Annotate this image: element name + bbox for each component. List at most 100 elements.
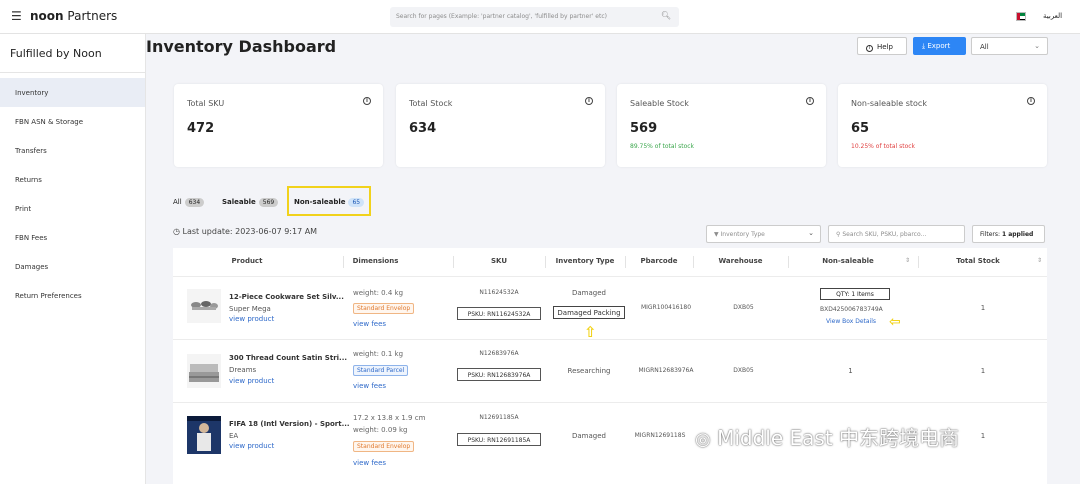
stat-card-value: 472: [187, 121, 215, 136]
view-product-link[interactable]: view product: [229, 315, 274, 323]
sidebar-item-inventory[interactable]: Inventory: [0, 78, 145, 107]
view-fees-link[interactable]: view fees: [353, 320, 386, 328]
export-button[interactable]: ⤓ Export: [913, 37, 966, 55]
column-header-sku[interactable]: SKU: [453, 248, 545, 276]
language-switch[interactable]: العربية: [1043, 12, 1062, 20]
sort-icon[interactable]: ⇕: [905, 257, 910, 264]
warehouse-value: DXB05: [733, 367, 754, 374]
watermark: ◎ Middle East 中东跨境电商: [695, 426, 960, 450]
view-product-link[interactable]: view product: [229, 377, 274, 385]
view-product-link[interactable]: view product: [229, 442, 274, 450]
info-icon[interactable]: i: [1027, 97, 1035, 105]
psku-value: PSKU: RN12683976A: [457, 368, 541, 381]
stat-card-non-saleable-stock: Non-saleable stock i 65 10.25% of total …: [838, 84, 1047, 167]
view-fees-link[interactable]: view fees: [353, 459, 386, 467]
inventory-type-value: Researching: [567, 367, 611, 375]
stat-card-title: Total SKU: [187, 99, 225, 108]
tab-count-badge: 634: [184, 198, 205, 207]
psku-value: PSKU: RN11624532A: [457, 307, 541, 320]
sidebar-item-fbn-asn-storage[interactable]: FBN ASN & Storage: [0, 107, 145, 136]
non-saleable-value: 1: [848, 367, 853, 375]
uae-flag-icon[interactable]: [1016, 12, 1026, 21]
sidebar-item-fbn-fees[interactable]: FBN Fees: [0, 223, 145, 252]
sku-value: N11624532A: [479, 289, 519, 296]
pbarcode-value: MIGRN12683976A: [638, 367, 694, 374]
product-dimensions: 17.2 x 13.8 x 1.9 cm: [353, 414, 426, 422]
column-header-dimensions[interactable]: Dimensions: [343, 248, 408, 276]
view-box-details-link[interactable]: View Box Details: [826, 318, 876, 325]
info-icon[interactable]: i: [585, 97, 593, 105]
product-thumbnail[interactable]: [187, 289, 221, 323]
global-search-input[interactable]: Search for pages (Example: 'partner cata…: [390, 7, 679, 27]
product-name: 300 Thread Count Satin Stri...: [229, 354, 348, 362]
product-weight: weight: 0.09 kg: [353, 426, 408, 434]
stat-card-subtext: 10.25% of total stock: [851, 143, 916, 150]
stat-card-value: 634: [409, 121, 437, 136]
view-fees-link[interactable]: view fees: [353, 382, 386, 390]
bedsheet-image: [189, 364, 219, 382]
highlight-box: [287, 186, 371, 216]
help-button[interactable]: i Help: [857, 37, 907, 55]
cookware-image: [191, 301, 218, 310]
sku-search-input[interactable]: ⚲ Search SKU, PSKU, pbarco...: [828, 225, 965, 243]
psku-value: PSKU: RN12691185A: [457, 433, 541, 446]
quantity-box: QTY: 1 Items: [820, 288, 890, 300]
chevron-down-icon: ⌄: [808, 229, 814, 237]
clock-icon: ◷: [173, 227, 180, 236]
shipping-size-badge: Standard Envelop: [353, 303, 415, 314]
tab-all[interactable]: All 634: [173, 198, 205, 207]
product-brand: EA: [229, 432, 239, 440]
sidebar-title: Fulfilled by Noon: [0, 34, 145, 73]
column-header-non-saleable[interactable]: Non-saleable: [788, 248, 908, 276]
filter-select[interactable]: All ⌄: [971, 37, 1048, 55]
table-row: 12-Piece Cookware Set Silv... Super Mega…: [173, 276, 1047, 339]
sort-icon[interactable]: ⇕: [1037, 257, 1042, 264]
chevron-down-icon: ⌄: [1034, 42, 1040, 50]
stat-card-subtext: 89.75% of total stock: [630, 143, 695, 150]
info-icon: i: [866, 45, 873, 52]
column-header-inventory-type[interactable]: Inventory Type: [545, 248, 625, 276]
stat-card-title: Saleable Stock: [630, 99, 689, 108]
sidebar-item-print[interactable]: Print: [0, 194, 145, 223]
product-brand: Super Mega: [229, 305, 271, 313]
product-name: 12-Piece Cookware Set Silv...: [229, 293, 344, 301]
sidebar-item-damages[interactable]: Damages: [0, 252, 145, 281]
search-icon[interactable]: 🔍︎: [661, 11, 671, 20]
column-header-warehouse[interactable]: Warehouse: [693, 248, 788, 276]
filters-button[interactable]: Filters: 1 applied: [972, 225, 1045, 243]
tab-saleable[interactable]: Saleable 569: [222, 198, 279, 207]
sidebar-item-returns[interactable]: Returns: [0, 165, 145, 194]
product-weight: weight: 0.1 kg: [353, 350, 404, 358]
brand-logo[interactable]: noon Partners: [30, 9, 117, 23]
info-icon[interactable]: i: [806, 97, 814, 105]
column-header-pbarcode[interactable]: Pbarcode: [625, 248, 693, 276]
sidebar-item-return-preferences[interactable]: Return Preferences: [0, 281, 145, 310]
annotation-arrow-left-icon: ⇦: [889, 314, 901, 330]
info-icon[interactable]: i: [363, 97, 371, 105]
wechat-icon: ◎: [695, 429, 711, 450]
hamburger-menu-icon[interactable]: ☰: [11, 9, 22, 23]
sidebar: Fulfilled by Noon Inventory FBN ASN & St…: [0, 34, 146, 484]
inventory-type-dropdown[interactable]: ▼ Inventory Type ⌄: [706, 225, 821, 243]
stat-card-value: 569: [630, 121, 658, 136]
sidebar-item-transfers[interactable]: Transfers: [0, 136, 145, 165]
product-thumbnail[interactable]: [187, 416, 221, 454]
sku-value: N12683976A: [479, 350, 519, 357]
product-brand: Dreams: [229, 366, 257, 374]
inventory-type-value: Damaged: [572, 289, 606, 297]
column-header-product[interactable]: Product: [187, 248, 307, 276]
box-id-value: BXD425006783749A: [820, 306, 883, 313]
last-update-text: ◷ Last update: 2023-06-07 9:17 AM: [173, 227, 318, 236]
product-name: FIFA 18 (Intl Version) - Sport...: [229, 420, 350, 428]
top-bar: ☰ noon Partners Search for pages (Exampl…: [0, 0, 1080, 34]
warehouse-value: DXB05: [733, 304, 754, 311]
table-row: 300 Thread Count Satin Stri... Dreams vi…: [173, 339, 1047, 402]
shipping-size-badge: Standard Parcel: [353, 365, 409, 376]
shipping-size-badge: Standard Envelop: [353, 441, 415, 452]
stat-card-saleable-stock: Saleable Stock i 569 89.75% of total sto…: [617, 84, 826, 167]
tab-count-badge: 569: [258, 198, 279, 207]
total-stock-value: 1: [980, 304, 986, 312]
global-search-placeholder: Search for pages (Example: 'partner cata…: [396, 13, 607, 20]
product-thumbnail[interactable]: [187, 354, 221, 388]
column-header-total-stock[interactable]: Total Stock: [918, 248, 1038, 276]
